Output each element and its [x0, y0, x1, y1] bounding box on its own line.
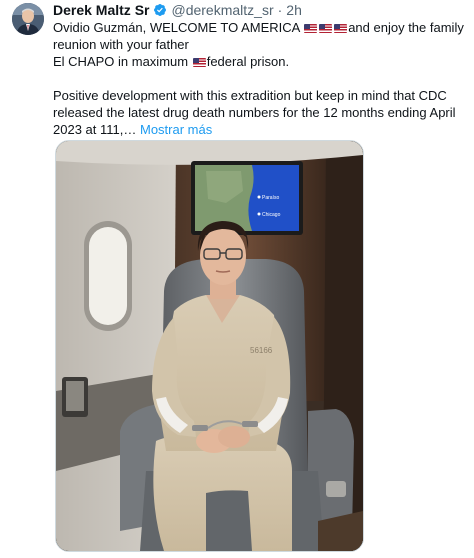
verified-badge-icon — [154, 4, 167, 16]
us-flag-icon — [192, 58, 206, 67]
tweet-line-5: released the latest drug death numbers f… — [53, 105, 456, 120]
tweet-line-2: reunion with your father — [53, 37, 189, 52]
map-label-1: Paraíso — [262, 195, 279, 201]
author-handle[interactable]: @derekmaltz_sr — [171, 2, 273, 18]
us-flag-icon — [304, 24, 318, 33]
show-more-link[interactable]: Mostrar más — [140, 122, 212, 137]
tweet-photo[interactable]: Paraíso Chicago 56166 — [55, 140, 364, 552]
us-flag-icon — [319, 24, 333, 33]
map-label-2: Chicago — [262, 212, 281, 218]
uniform-number: 56166 — [250, 346, 273, 355]
tweet-text: Ovidio Guzmán, WELCOME TO AMERICA and en… — [53, 19, 464, 138]
tweet-line-1: Ovidio Guzmán, WELCOME TO AMERICA and en… — [53, 20, 464, 35]
tweet-line-4: Positive development with this extraditi… — [53, 88, 447, 103]
us-flag-icon — [334, 24, 348, 33]
tweet[interactable]: Derek Maltz Sr @derekmaltz_sr · 2h Ovidi… — [0, 0, 474, 558]
tweet-header: Derek Maltz Sr @derekmaltz_sr · 2h — [53, 1, 302, 19]
avatar[interactable] — [12, 3, 44, 35]
author-name[interactable]: Derek Maltz Sr — [53, 2, 149, 18]
tweet-line-6: 2023 at 111,… Mostrar más — [53, 122, 213, 137]
header-separator: · — [277, 2, 283, 18]
tweet-line-3: El CHAPO in maximum federal prison. — [53, 54, 290, 69]
tweet-timestamp[interactable]: 2h — [286, 2, 302, 18]
